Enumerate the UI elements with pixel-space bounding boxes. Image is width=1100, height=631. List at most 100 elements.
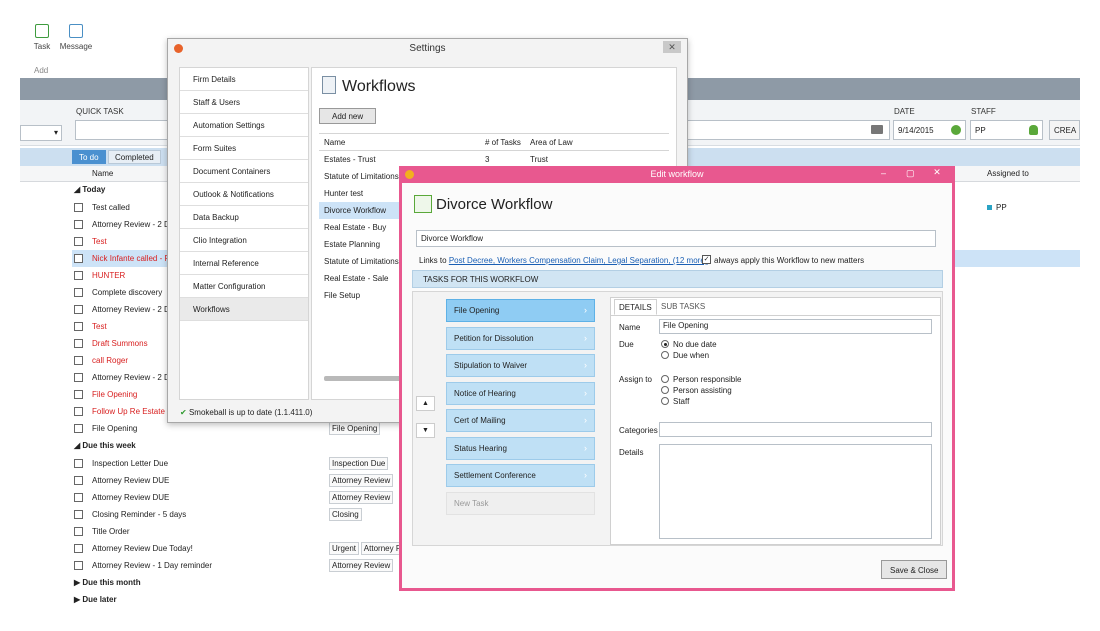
- nav-item[interactable]: Automation Settings: [180, 114, 308, 137]
- date-value: 9/14/2015: [898, 126, 934, 135]
- workflow-cell-name: File Setup: [324, 291, 361, 300]
- tab-details[interactable]: DETAILS: [614, 299, 657, 315]
- linked-areas-link[interactable]: Post Decree, Workers Compensation Claim,…: [449, 256, 708, 265]
- task-name: Inspection Letter Due: [92, 459, 169, 468]
- person-assisting-label: Person assisting: [673, 386, 732, 395]
- nav-item[interactable]: Firm Details: [180, 68, 308, 91]
- always-apply-checkbox[interactable]: ✓: [702, 255, 711, 264]
- workflow-task-button[interactable]: Settlement Conference ›: [446, 464, 595, 487]
- task-checkbox[interactable]: [74, 510, 83, 519]
- task-checkbox[interactable]: [74, 271, 83, 280]
- tab-sub-tasks[interactable]: SUB TASKS: [657, 300, 709, 314]
- task-checkbox[interactable]: [74, 561, 83, 570]
- group-later-label: Due later: [82, 595, 117, 604]
- move-down-button[interactable]: ▼: [416, 423, 435, 438]
- workflows-heading: Workflows: [342, 78, 416, 95]
- task-checkbox[interactable]: [74, 288, 83, 297]
- workflow-task-button[interactable]: Notice of Hearing ›: [446, 381, 595, 405]
- task-name: Attorney Review Due Today!: [92, 544, 193, 553]
- filter-dropdown[interactable]: ▾: [20, 125, 62, 141]
- task-checkbox[interactable]: [74, 407, 83, 416]
- task-checkbox[interactable]: [74, 254, 83, 263]
- task-name: Follow Up Re Estate C: [92, 407, 173, 416]
- no-due-date-radio[interactable]: [661, 340, 669, 348]
- new-task-button[interactable]: New Task: [446, 492, 595, 515]
- app-logo-icon: [405, 170, 414, 179]
- due-when-radio[interactable]: [661, 351, 669, 359]
- task-tag: Urgent: [329, 542, 360, 555]
- task-checkbox[interactable]: [74, 237, 83, 246]
- task-checkbox[interactable]: [74, 339, 83, 348]
- move-up-button[interactable]: ▲: [416, 396, 435, 411]
- task-checkbox[interactable]: [74, 203, 83, 212]
- nav-item-workflows[interactable]: Workflows: [180, 298, 308, 321]
- nav-item[interactable]: Clio Integration: [180, 229, 308, 252]
- task-checkbox[interactable]: [74, 220, 83, 229]
- task-checkbox[interactable]: [74, 493, 83, 502]
- task-icon: [35, 24, 49, 38]
- task-tag: Attorney Review: [329, 559, 394, 572]
- task-name: call Roger: [92, 356, 129, 365]
- workflow-task-button[interactable]: Status Hearing ›: [446, 436, 595, 460]
- task-checkbox[interactable]: [74, 390, 83, 399]
- nav-item[interactable]: Outlook & Notifications: [180, 183, 308, 206]
- create-button[interactable]: CREA: [1049, 120, 1080, 140]
- nav-item[interactable]: Internal Reference: [180, 252, 308, 275]
- task-name: Attorney Review - 2 D: [92, 220, 170, 229]
- person-responsible-radio[interactable]: [661, 375, 669, 383]
- tab-to-do[interactable]: To do: [72, 150, 106, 164]
- details-label: Details: [619, 448, 644, 457]
- task-checkbox[interactable]: [74, 527, 83, 536]
- close-icon[interactable]: ✕: [663, 41, 681, 53]
- maximize-icon[interactable]: ▢: [906, 168, 915, 179]
- group-due-this-week[interactable]: ◢ Due this week: [74, 441, 136, 450]
- workflow-task-button[interactable]: Cert of Mailing ›: [446, 409, 595, 432]
- task-checkbox[interactable]: [74, 424, 83, 433]
- assignee-color-icon: [987, 205, 992, 210]
- task-checkbox[interactable]: [74, 305, 83, 314]
- message-button[interactable]: Message: [56, 24, 96, 51]
- task-checkbox[interactable]: [74, 322, 83, 331]
- task-name: Title Order: [92, 527, 130, 536]
- task-checkbox[interactable]: [74, 356, 83, 365]
- tab-completed[interactable]: Completed: [108, 150, 161, 164]
- task-checkbox[interactable]: [74, 544, 83, 553]
- task-checkbox[interactable]: [74, 476, 83, 485]
- horizontal-scrollbar[interactable]: [324, 376, 404, 381]
- name-column-header: Name: [92, 169, 114, 178]
- task-name: Draft Summons: [92, 339, 148, 348]
- add-new-button[interactable]: Add new: [319, 108, 377, 124]
- nav-item[interactable]: Matter Configuration: [180, 275, 308, 298]
- group-due-this-month[interactable]: ▶ Due this month: [74, 578, 141, 587]
- workflow-name-input[interactable]: Divorce Workflow: [416, 230, 936, 247]
- workflow-task-label: Petition for Dissolution: [454, 333, 534, 343]
- workflow-table-header: Name # of Tasks Area of Law: [319, 133, 669, 151]
- nav-item[interactable]: Data Backup: [180, 206, 308, 229]
- details-textarea[interactable]: [659, 444, 932, 539]
- workflow-task-button[interactable]: Stipulation to Waiver ›: [446, 354, 595, 377]
- nav-item[interactable]: Form Suites: [180, 137, 308, 160]
- task-name: Test: [92, 322, 107, 331]
- save-close-button[interactable]: Save & Close: [881, 560, 948, 579]
- workflow-task-button[interactable]: File Opening ›: [446, 299, 595, 322]
- categories-input[interactable]: [659, 422, 932, 437]
- date-input[interactable]: 9/14/2015: [893, 120, 966, 140]
- workflow-task-button[interactable]: Petition for Dissolution ›: [446, 326, 595, 350]
- nav-item[interactable]: Document Containers: [180, 160, 308, 183]
- nav-item[interactable]: Staff & Users: [180, 91, 308, 114]
- staff-input[interactable]: PP: [970, 120, 1043, 140]
- assignee-name: PP: [996, 203, 1007, 212]
- group-today[interactable]: ◢ Today: [74, 185, 105, 194]
- folder-icon[interactable]: [871, 125, 883, 134]
- task-name: Attorney Review - 2 D: [92, 373, 170, 382]
- staff-radio[interactable]: [661, 397, 669, 405]
- minimize-icon[interactable]: –: [881, 168, 886, 178]
- task-name-input[interactable]: File Opening: [659, 319, 932, 334]
- close-icon[interactable]: ✕: [928, 167, 946, 181]
- person-assisting-radio[interactable]: [661, 386, 669, 394]
- task-checkbox[interactable]: [74, 373, 83, 382]
- task-name: Complete discovery: [92, 288, 163, 297]
- task-checkbox[interactable]: [74, 459, 83, 468]
- group-due-later[interactable]: ▶ Due later: [74, 595, 117, 604]
- workflow-cell-name: Real Estate - Buy: [324, 223, 387, 232]
